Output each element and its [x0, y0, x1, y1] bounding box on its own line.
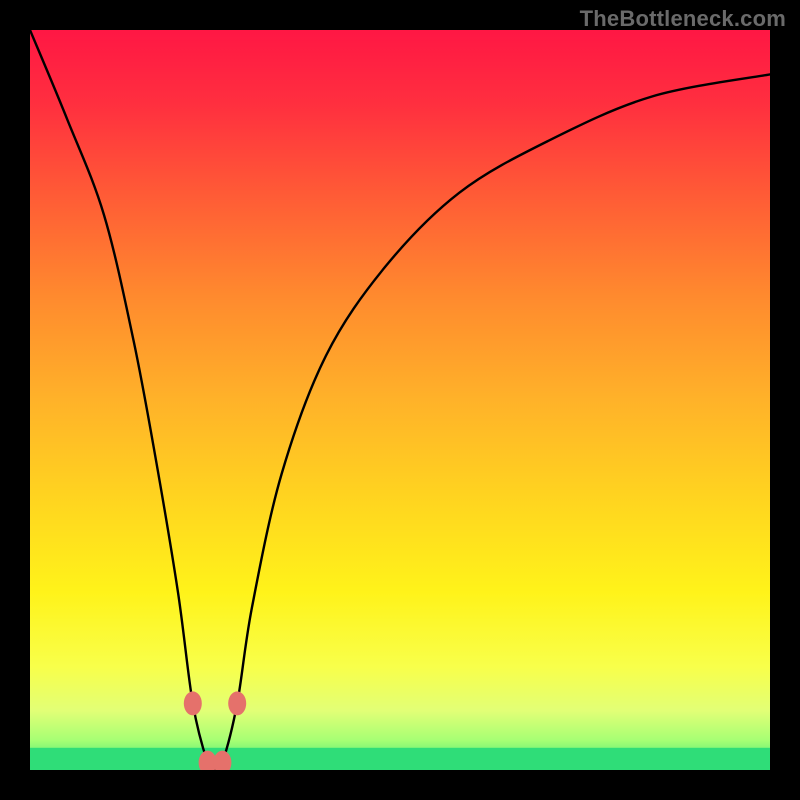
- trough-marker-0: [184, 691, 202, 715]
- plot-area: [30, 30, 770, 770]
- chart-frame: TheBottleneck.com: [0, 0, 800, 800]
- gradient-background: [30, 30, 770, 770]
- threshold-band: [30, 748, 770, 770]
- bottleneck-chart: [30, 30, 770, 770]
- attribution-watermark: TheBottleneck.com: [580, 6, 786, 32]
- trough-marker-3: [228, 691, 246, 715]
